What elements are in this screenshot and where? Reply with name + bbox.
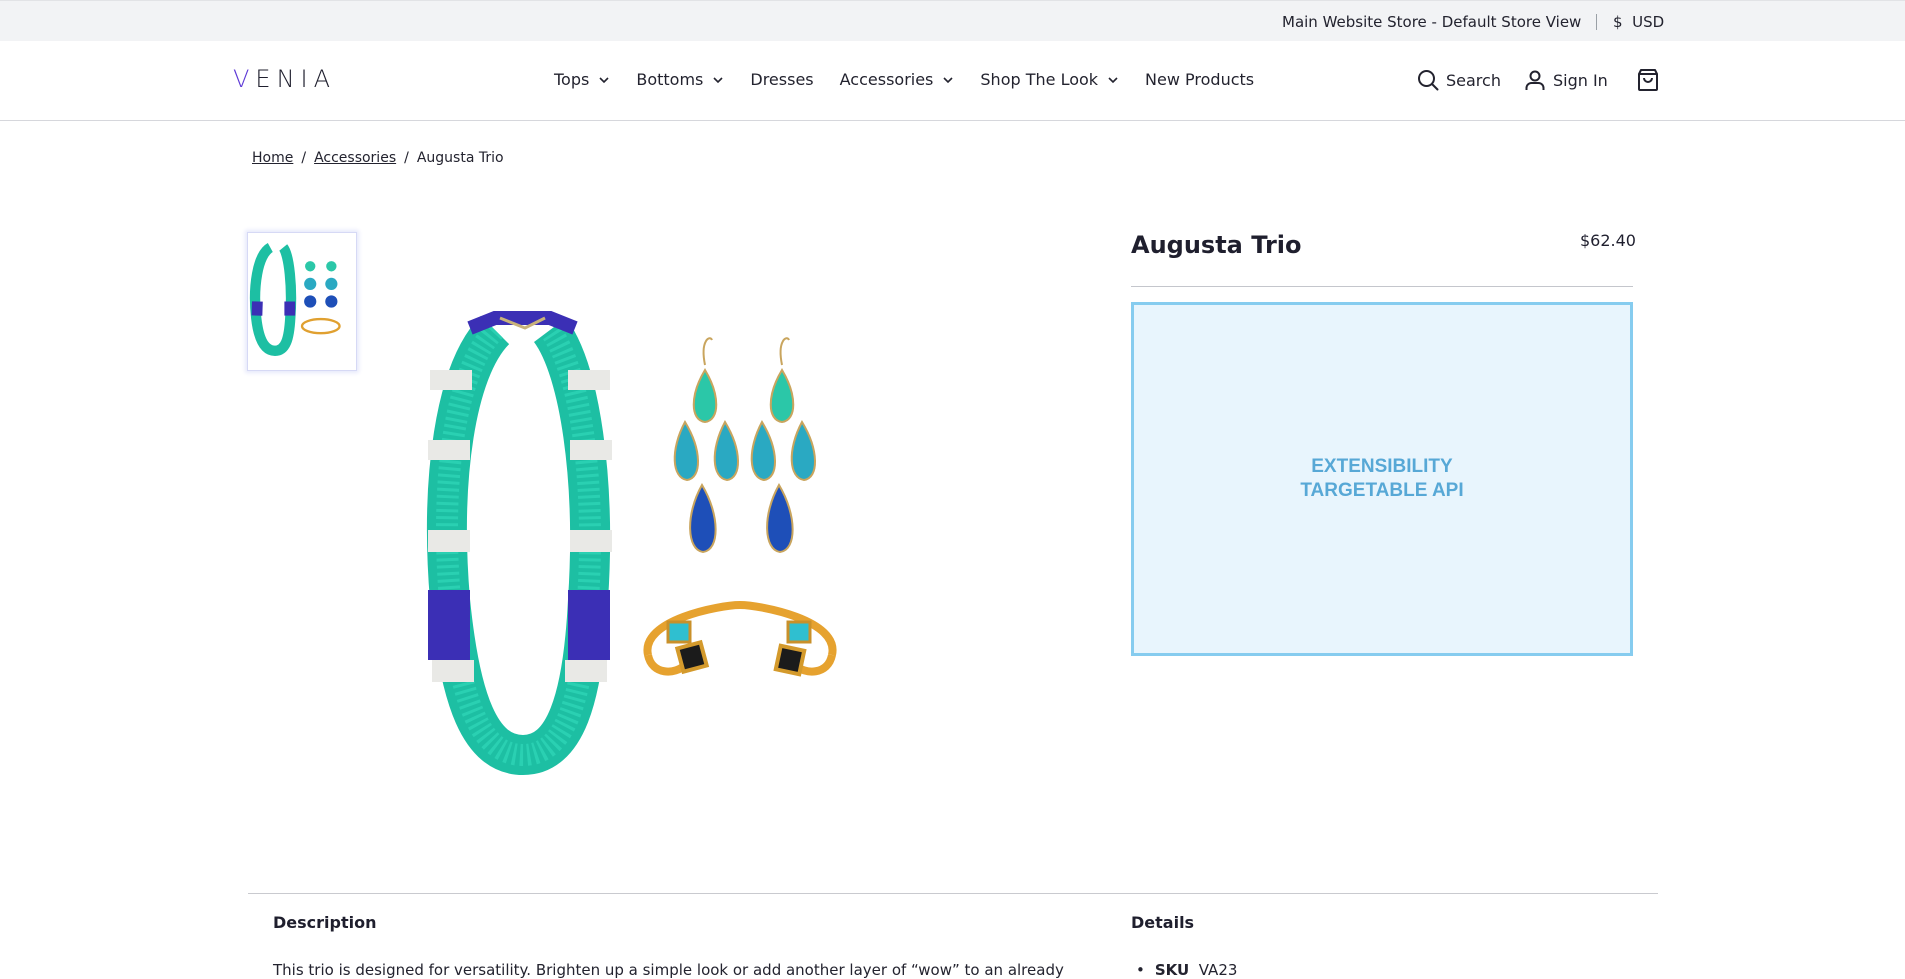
breadcrumb: Home / Accessories / Augusta Trio [252, 150, 504, 166]
currency-code: USD [1632, 13, 1665, 31]
sign-in-label: Sign In [1552, 70, 1608, 90]
chevron-down-icon [599, 76, 609, 83]
logo-accent-letter: V [233, 65, 256, 93]
nav-item-accessories[interactable]: Accessories [840, 70, 955, 89]
description-text: This trio is designed for versatility. B… [273, 961, 1064, 979]
chevron-down-icon [943, 76, 953, 83]
necklace-illustration [427, 311, 612, 776]
thumbnail-image [249, 242, 341, 356]
venia-logo[interactable]: VENIA [233, 65, 336, 93]
user-icon [1525, 70, 1545, 90]
nav-label: Bottoms [636, 70, 704, 89]
breadcrumb-separator: / [404, 150, 409, 166]
product-price: $62.40 [1580, 231, 1636, 250]
extensibility-placeholder: EXTENSIBILITY TARGETABLE API [1131, 302, 1633, 656]
product-photo [427, 311, 837, 776]
breadcrumb-separator: / [301, 150, 307, 166]
nav-item-dresses[interactable]: Dresses [750, 70, 813, 89]
nav-item-bottoms[interactable]: Bottoms [636, 70, 724, 89]
store-view-switcher[interactable]: Main Website Store - Default Store View [1282, 13, 1581, 31]
sku-value: VA23 [1198, 961, 1238, 979]
search-label: Search [1446, 70, 1501, 90]
main-navigation: Tops Bottoms Dresses Accessories Shop Th… [554, 70, 1280, 89]
sign-in-button[interactable]: Sign In [1523, 68, 1608, 92]
chevron-down-icon [713, 76, 723, 83]
nav-label: Dresses [750, 70, 814, 89]
product-thumbnail[interactable] [247, 232, 357, 371]
breadcrumb-category-link[interactable]: Accessories [314, 150, 396, 166]
product-main-image [400, 300, 860, 780]
chevron-down-icon [1108, 76, 1118, 83]
nav-item-new-products[interactable]: New Products [1145, 70, 1254, 89]
nav-label: Shop The Look [980, 70, 1099, 89]
earrings-illustration [673, 337, 816, 554]
utility-divider [1596, 14, 1597, 30]
extensibility-line-1: EXTENSIBILITY [1311, 456, 1453, 477]
site-header: VENIA Tops Bottoms Dresses Accessories S… [0, 41, 1905, 121]
header-actions: Search Sign In [1416, 68, 1630, 92]
currency-symbol: $ [1613, 13, 1623, 31]
breadcrumb-current: Augusta Trio [416, 150, 504, 166]
section-divider [248, 893, 1658, 894]
search-icon [1418, 70, 1439, 91]
details-sku-item: SKU VA23 [1136, 961, 1238, 979]
shopping-bag-icon [1638, 69, 1658, 91]
cart-button[interactable] [1636, 68, 1660, 96]
product-info-divider [1131, 286, 1633, 287]
nav-label: New Products [1145, 70, 1255, 89]
nav-item-shop-the-look[interactable]: Shop The Look [980, 70, 1119, 89]
details-list: SKU VA23 [1136, 961, 1238, 979]
nav-item-tops[interactable]: Tops [554, 70, 610, 89]
currency-switcher[interactable]: $ USD [1613, 13, 1664, 31]
breadcrumb-home-link[interactable]: Home [252, 150, 293, 166]
cuff-bracelet-illustration [643, 600, 837, 677]
search-button[interactable]: Search [1416, 68, 1501, 92]
nav-label: Tops [554, 70, 590, 89]
details-heading: Details [1131, 913, 1195, 932]
sku-label: SKU [1154, 961, 1190, 979]
extensibility-label: EXTENSIBILITY TARGETABLE API [1300, 455, 1463, 503]
product-title: Augusta Trio [1131, 231, 1302, 259]
extensibility-line-2: TARGETABLE API [1300, 480, 1464, 501]
nav-label: Accessories [839, 70, 934, 89]
description-heading: Description [273, 913, 377, 932]
utility-bar: Main Website Store - Default Store View … [0, 0, 1905, 41]
